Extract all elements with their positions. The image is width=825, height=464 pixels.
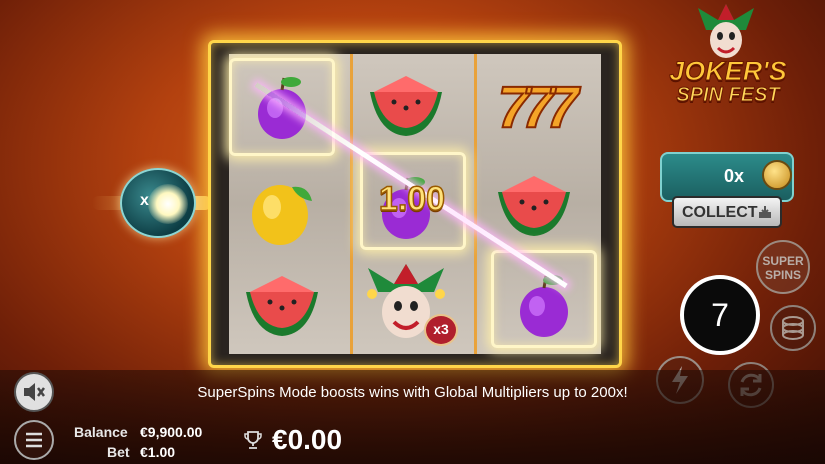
coin-icon: [762, 160, 792, 190]
collect-button-label: COLLECT: [682, 204, 758, 221]
watermelon-symbol: [232, 264, 332, 350]
logo-title-line2: SPIN FEST: [676, 84, 780, 107]
spin-counter: 7: [711, 297, 729, 333]
win-multiplier-text: 1.00: [378, 179, 446, 219]
trophy-icon: [244, 431, 262, 449]
orb-glow: [148, 184, 188, 224]
collect-button[interactable]: COLLECT: [672, 196, 782, 228]
lemon-symbol: [232, 168, 332, 254]
spin-button[interactable]: 7: [680, 275, 760, 355]
winning-symbol-highlight: [229, 58, 335, 156]
bet-label: Bet: [107, 444, 130, 460]
game-logo: JOKER'S SPIN FEST: [660, 4, 796, 124]
super-spins-line2: SPINS: [764, 268, 801, 282]
win-amount: €0.00: [272, 424, 343, 455]
global-multiplier-orb: x: [120, 168, 196, 238]
info-message: SuperSpins Mode boosts wins with Global …: [197, 384, 628, 401]
jester-icon: [698, 4, 754, 58]
balance-label: Balance: [74, 424, 128, 440]
coin-stack-icon: [782, 316, 804, 340]
reel-divider: [350, 54, 353, 354]
collect-arrow-icon: [759, 206, 771, 218]
speaker-muted-icon: [24, 383, 45, 401]
bet-stack-button[interactable]: [770, 305, 816, 351]
watermelon-symbol: [356, 64, 456, 150]
logo-title-line1: JOKER'S: [669, 56, 787, 87]
hamburger-menu-icon: [26, 432, 42, 448]
bet-value: €1.00: [140, 444, 176, 460]
winning-symbol-highlight: [491, 250, 597, 348]
joker-multiplier-badge: x3: [424, 314, 458, 346]
balance-value: €9,900.00: [140, 424, 203, 440]
menu-button[interactable]: [14, 420, 54, 460]
mute-button[interactable]: [14, 372, 54, 412]
super-spins-button[interactable]: SUPER SPINS: [756, 240, 810, 294]
reel-divider: [474, 54, 477, 354]
seven-symbol: 777: [497, 74, 580, 141]
super-spins-line1: SUPER: [762, 254, 804, 268]
watermelon-symbol: [484, 164, 584, 250]
